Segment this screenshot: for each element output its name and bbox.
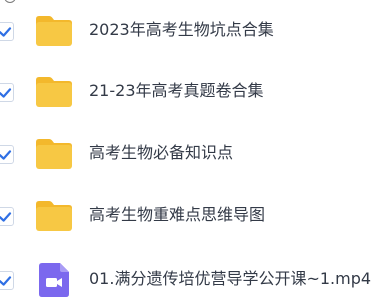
check-icon [0, 88, 12, 98]
folder-icon [36, 201, 72, 231]
file-list: 2023年高考生物坑点合集 21-23年高考真题卷合集 高考生物必备知识点 高考… [0, 0, 381, 297]
check-icon [0, 212, 12, 222]
file-row[interactable]: 21-23年高考真题卷合集 [0, 72, 381, 112]
checkbox-checked[interactable] [0, 83, 14, 102]
check-icon [0, 27, 12, 37]
file-name[interactable]: 01.满分遗传培优营导学公开课~1.mp4 [89, 268, 371, 290]
file-row[interactable]: 2023年高考生物坑点合集 [0, 11, 381, 51]
folder-icon [36, 139, 72, 169]
folder-icon [36, 77, 72, 107]
partial-circle-icon [4, 0, 16, 3]
file-row[interactable]: 01.满分遗传培优营导学公开课~1.mp4 [0, 260, 381, 300]
file-name[interactable]: 21-23年高考真题卷合集 [89, 80, 264, 102]
file-name[interactable]: 高考生物必备知识点 [89, 142, 233, 164]
file-name[interactable]: 2023年高考生物坑点合集 [89, 19, 274, 41]
checkbox-checked[interactable] [0, 145, 14, 164]
folder-icon [36, 16, 72, 46]
check-icon [0, 150, 12, 160]
video-file-icon [39, 263, 69, 297]
checkbox-checked[interactable] [0, 22, 14, 41]
file-name[interactable]: 高考生物重难点思维导图 [89, 204, 265, 226]
file-row[interactable]: 高考生物重难点思维导图 [0, 196, 381, 236]
checkbox-checked[interactable] [0, 271, 14, 290]
file-row[interactable]: 高考生物必备知识点 [0, 134, 381, 174]
check-icon [0, 276, 12, 286]
checkbox-checked[interactable] [0, 207, 14, 226]
